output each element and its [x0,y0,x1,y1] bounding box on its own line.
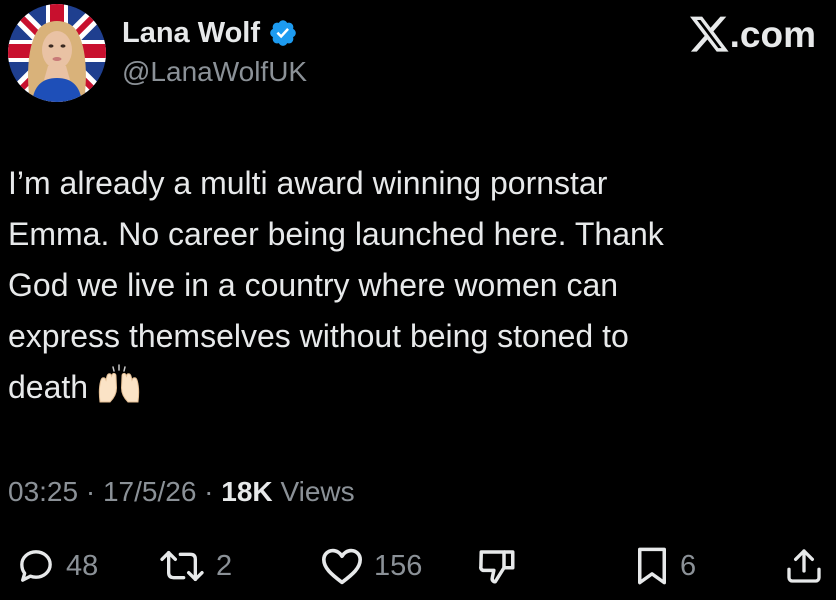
author-name-row: Lana Wolf [122,14,298,52]
tweet-line: I’m already a multi award winning pornst… [8,165,608,201]
reply-button[interactable]: 48 [16,540,98,592]
tweet-last-line: death [8,362,818,413]
meta-separator: · [85,476,96,507]
tweet-line: express themselves without being stoned … [8,318,629,354]
repost-icon [160,551,204,581]
bookmark-count: 6 [680,549,697,582]
like-button[interactable]: 156 [320,540,422,592]
brand-logo: .com [689,12,816,58]
verified-badge-icon[interactable] [268,18,298,48]
heart-icon [322,548,362,585]
display-name[interactable]: Lana Wolf [122,17,260,50]
tweet-text: I’m already a multi award winning pornst… [8,158,818,413]
like-count: 156 [374,549,423,582]
bookmark-icon [638,547,666,585]
bookmark-button[interactable]: 6 [634,540,696,592]
share-button[interactable] [784,540,824,592]
share-icon [787,549,821,583]
tweet-date[interactable]: 17/5/26 [103,476,196,507]
tweet-time[interactable]: 03:25 [8,476,78,507]
tweet-line: Emma. No career being launched here. Tha… [8,216,664,252]
tweet-line: death [8,369,89,405]
reply-count: 48 [66,549,99,582]
raising-hands-emoji [96,364,142,419]
brand-domain: .com [729,14,816,55]
avatar[interactable] [8,4,106,102]
dislike-button[interactable] [476,540,518,592]
repost-button[interactable]: 2 [158,540,232,592]
tweet-meta: 03:25 · 17/5/26 · 18K Views [8,470,355,514]
profile-photo [8,4,106,102]
reply-icon [20,550,52,582]
thumbs-down-icon [479,550,515,584]
views-label: Views [280,476,355,507]
x-logo-icon [689,16,729,52]
meta-separator: · [204,476,214,507]
tweet-line: God we live in a country where women can [8,267,619,303]
author-handle[interactable]: @LanaWolfUK [122,56,307,88]
repost-count: 2 [216,549,233,582]
views-count: 18K [221,476,273,507]
action-bar: 48 2 156 6 [0,540,836,592]
